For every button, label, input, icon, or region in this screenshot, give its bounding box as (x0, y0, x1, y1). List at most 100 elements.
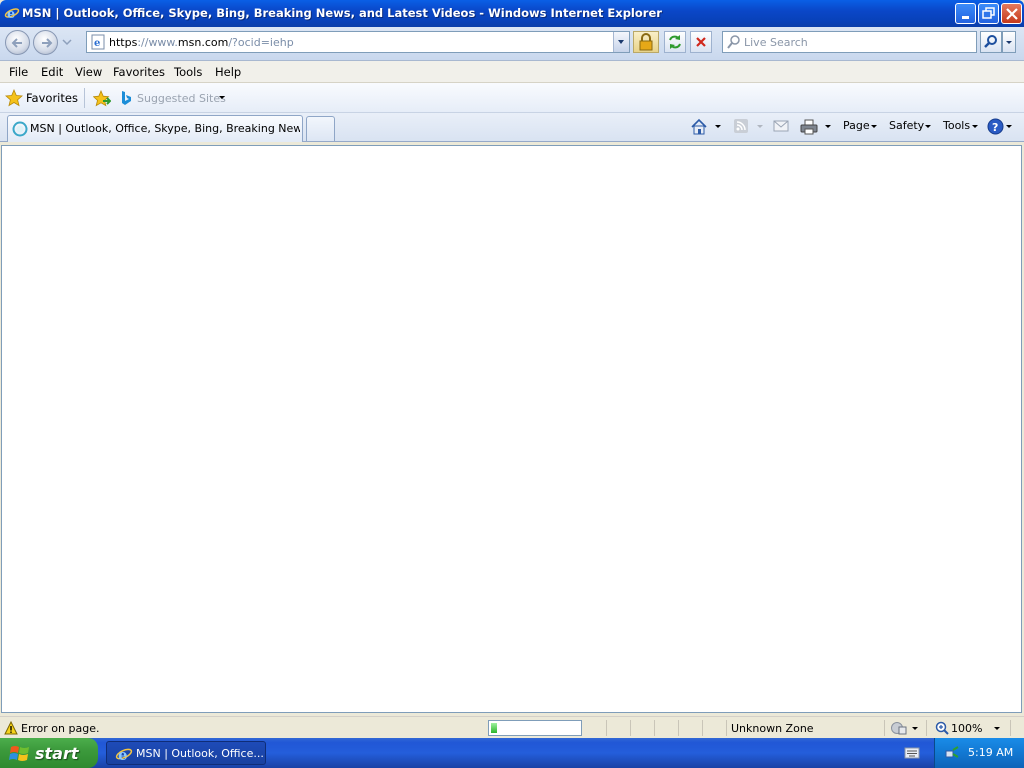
address-bar[interactable]: e https://www.msn.com/?ocid=iehp (86, 31, 630, 53)
status-divider (654, 720, 655, 736)
warning-icon[interactable] (4, 721, 18, 735)
status-divider (726, 720, 727, 736)
suggested-sites-dropdown-icon[interactable] (219, 96, 225, 99)
status-divider (1010, 720, 1011, 736)
menu-file[interactable]: File (9, 65, 28, 79)
safety-menu-button[interactable]: Safety (889, 119, 924, 132)
help-icon[interactable]: ? (987, 118, 1004, 135)
stop-x-icon (696, 37, 706, 47)
back-button[interactable] (5, 30, 30, 55)
system-tray: 5:19 AM (934, 738, 1024, 768)
search-go-button[interactable] (980, 31, 1002, 53)
status-divider (926, 720, 927, 736)
network-icon[interactable] (944, 745, 960, 761)
search-options-button[interactable] (1002, 31, 1016, 53)
menu-edit[interactable]: Edit (41, 65, 63, 79)
status-divider (702, 720, 703, 736)
help-dropdown-icon[interactable] (1006, 125, 1012, 128)
page-icon: e (91, 34, 105, 50)
progress-bar (488, 720, 582, 736)
tab-label: MSN | Outlook, Office, Skype, Bing, Brea… (30, 122, 300, 135)
page-content[interactable] (1, 145, 1022, 713)
close-icon (1006, 8, 1018, 20)
bing-icon (122, 91, 131, 105)
restore-icon (982, 7, 995, 19)
svg-text:?: ? (992, 121, 998, 134)
menu-bar: File Edit View Favorites Tools Help (0, 61, 1024, 83)
windows-logo-icon (9, 746, 29, 761)
forward-button[interactable] (33, 30, 58, 55)
tools-dropdown-icon[interactable] (972, 125, 978, 128)
status-divider (884, 720, 885, 736)
start-button[interactable]: start (0, 738, 98, 768)
ie-logo-icon: e (115, 746, 133, 763)
close-button[interactable] (1001, 3, 1022, 24)
feeds-dropdown-icon[interactable] (757, 125, 763, 128)
ie-logo-icon: e (4, 7, 20, 21)
home-icon[interactable] (690, 118, 708, 136)
taskbar: start e MSN | Outlook, Office... 5:19 AM (0, 738, 1024, 768)
status-bar: Error on page. Unknown Zone 100% (0, 716, 1024, 738)
keyboard-icon[interactable] (904, 747, 920, 759)
taskbar-item-label: MSN | Outlook, Office... (136, 747, 264, 760)
zoom-dropdown-icon[interactable] (994, 727, 1000, 730)
svg-text:e: e (94, 38, 100, 49)
page-dropdown-icon[interactable] (871, 125, 877, 128)
new-tab-button[interactable] (306, 116, 335, 141)
address-url[interactable]: https://www.msn.com/?ocid=iehp (109, 36, 294, 49)
tab-command-bar: MSN | Outlook, Office, Skype, Bing, Brea… (0, 113, 1024, 142)
zoom-icon[interactable] (935, 721, 949, 735)
security-lock-button[interactable] (633, 31, 659, 53)
search-box[interactable]: Live Search (722, 31, 977, 53)
page-menu-button[interactable]: Page (843, 119, 870, 132)
protected-mode-dropdown-icon[interactable] (912, 727, 918, 730)
favorites-separator (84, 88, 85, 108)
tab-msn[interactable]: MSN | Outlook, Office, Skype, Bing, Brea… (7, 115, 303, 142)
protected-mode-icon[interactable] (891, 721, 907, 735)
status-divider (630, 720, 631, 736)
minimize-button[interactable] (955, 3, 976, 24)
stop-button[interactable] (690, 31, 712, 53)
window-title: MSN | Outlook, Office, Skype, Bing, Brea… (22, 6, 662, 20)
navigation-bar: e https://www.msn.com/?ocid=iehp Live Se… (0, 27, 1024, 61)
safety-dropdown-icon[interactable] (925, 125, 931, 128)
progress-fill (491, 723, 497, 733)
star-icon (5, 88, 23, 107)
feeds-icon[interactable] (733, 118, 749, 134)
forward-arrow-icon (42, 38, 53, 48)
address-dropdown-button[interactable] (613, 32, 629, 52)
tools-menu-button[interactable]: Tools (943, 119, 970, 132)
home-dropdown-icon[interactable] (715, 125, 721, 128)
suggested-sites-button[interactable]: Suggested Sites (137, 92, 226, 105)
title-bar[interactable]: e MSN | Outlook, Office, Skype, Bing, Br… (0, 0, 1024, 27)
search-icon (727, 35, 740, 49)
taskbar-item-msn[interactable]: e MSN | Outlook, Office... (106, 741, 266, 765)
start-label: start (35, 744, 79, 763)
status-message[interactable]: Error on page. (21, 722, 99, 735)
loading-icon (12, 121, 28, 137)
favorites-button[interactable]: Favorites (5, 88, 78, 107)
menu-tools[interactable]: Tools (174, 65, 202, 79)
status-divider (606, 720, 607, 736)
menu-favorites[interactable]: Favorites (113, 65, 165, 79)
favorites-label: Favorites (26, 91, 78, 105)
add-to-favorites-icon[interactable] (93, 90, 111, 108)
clock: 5:19 AM (968, 746, 1014, 759)
menu-view[interactable]: View (75, 65, 102, 79)
security-zone[interactable]: Unknown Zone (731, 722, 814, 735)
back-arrow-icon (11, 38, 22, 48)
print-icon[interactable] (800, 118, 818, 136)
chevron-down-icon (1006, 41, 1012, 44)
mail-icon[interactable] (773, 118, 789, 134)
refresh-button[interactable] (664, 31, 686, 53)
zoom-level[interactable]: 100% (951, 722, 982, 735)
chevron-down-icon (618, 40, 624, 44)
minimize-icon (962, 16, 969, 19)
restore-button[interactable] (978, 3, 999, 24)
search-placeholder[interactable]: Live Search (744, 36, 808, 49)
refresh-icon (669, 35, 681, 49)
recent-pages-dropdown-icon[interactable] (62, 38, 72, 46)
status-divider (678, 720, 679, 736)
menu-help[interactable]: Help (215, 65, 241, 79)
print-dropdown-icon[interactable] (825, 125, 831, 128)
